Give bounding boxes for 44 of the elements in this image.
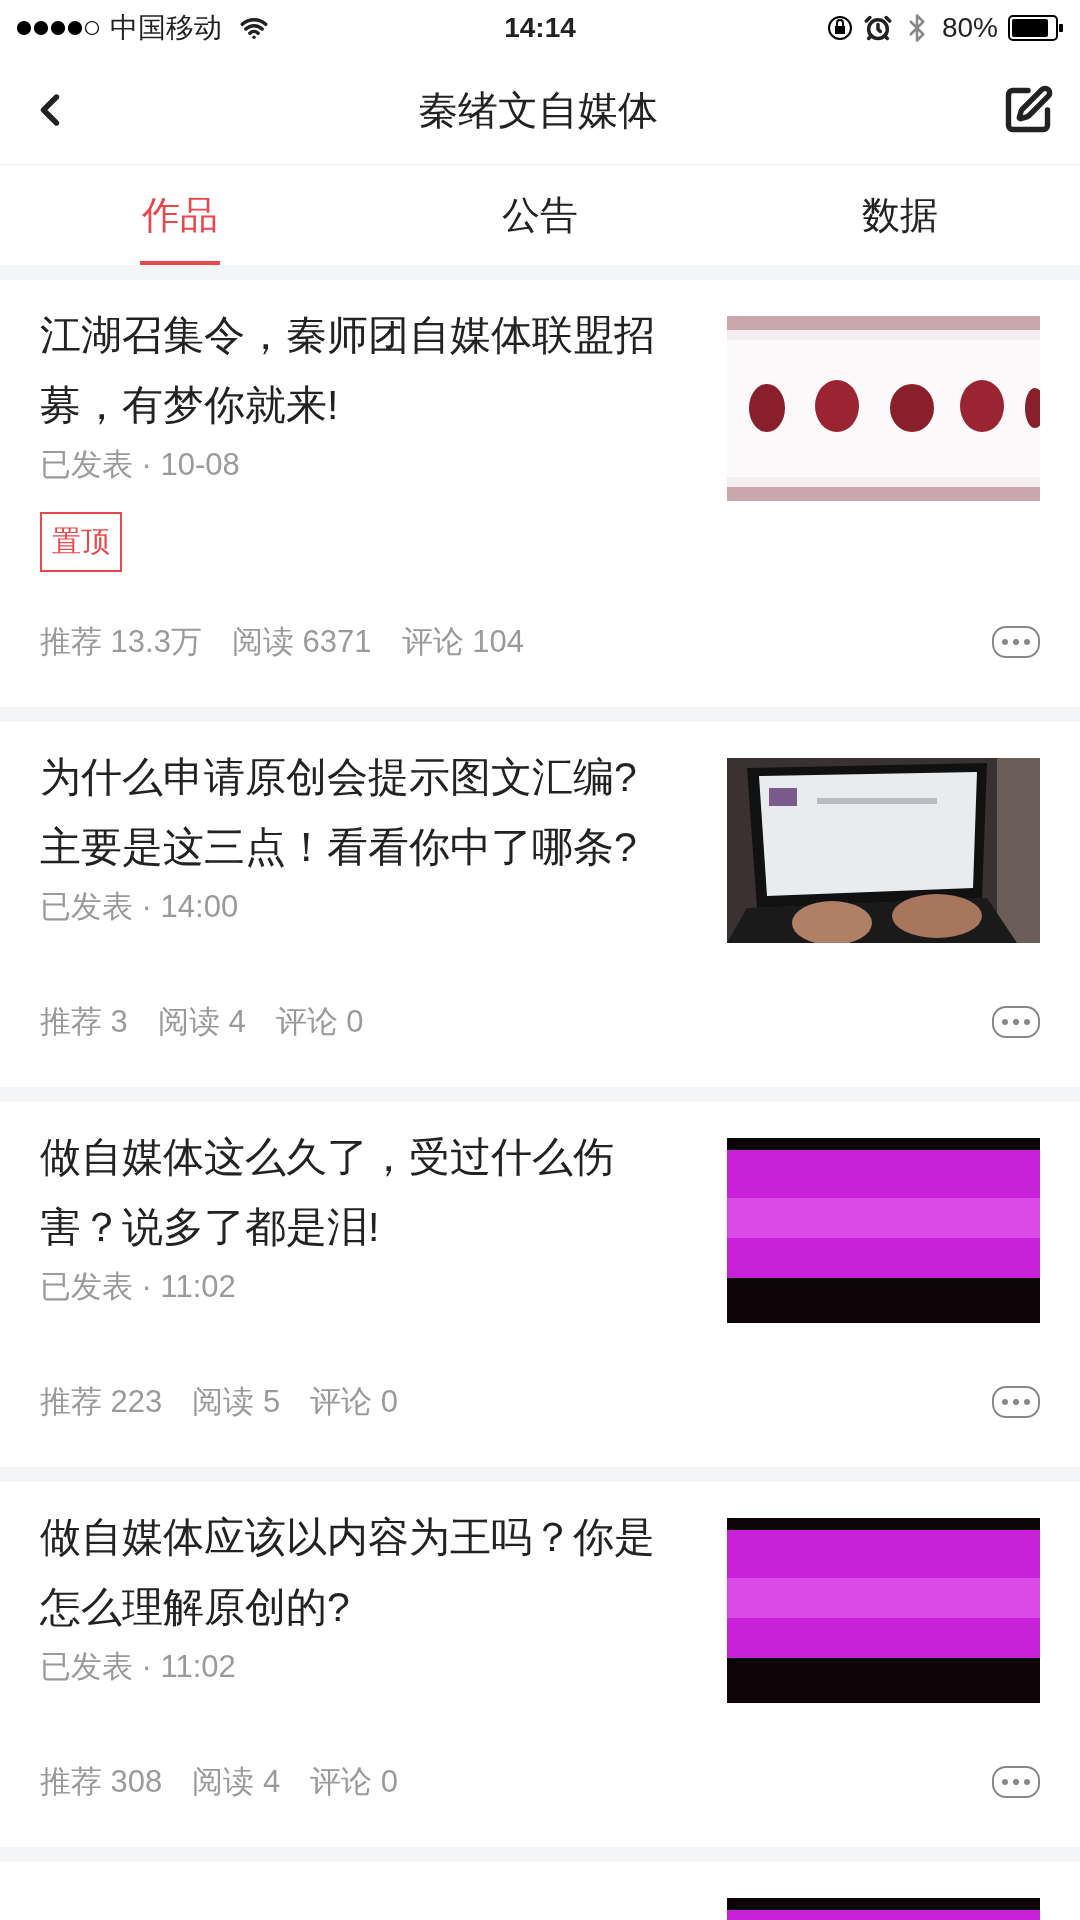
more-button[interactable] (992, 1766, 1040, 1798)
article-stat: 阅读 5 (192, 1382, 281, 1421)
article-title: 江湖召集令，秦师团自媒体联盟招募，有梦你就来! (40, 311, 656, 430)
article-stat: 推荐 308 (40, 1762, 163, 1801)
article-stat: 评论 104 (401, 622, 524, 661)
article-card[interactable]: 做自媒体这么久了，受过什么伤害？说多了都是泪! 已发表 · 11:02 推荐 223 阅读 5 评论 0 (0, 1102, 1080, 1467)
article-stat: 阅读 6371 (231, 622, 372, 661)
carrier-name: 中国移动 (110, 10, 222, 45)
publish-info: 已发表 · 11:02 (40, 1268, 236, 1306)
article-stat: 推荐 223 (40, 1382, 163, 1421)
article-stat: 阅读 4 (192, 1762, 281, 1801)
more-button[interactable] (992, 1006, 1040, 1038)
page-title: 秦绪文自媒体 (418, 86, 658, 134)
pinned-tag: 置顶 (40, 512, 122, 572)
tab[interactable]: 数据 (720, 165, 1080, 265)
article-title: 为什么申请原创会提示图文汇编?主要是这三点！看看你中了哪条? (40, 753, 638, 872)
more-icon (1002, 1779, 1030, 1785)
signal-icon (16, 19, 102, 36)
article-card[interactable]: 做自媒体应该以内容为王吗？你是怎么理解原创的? 已发表 · 11:02 推荐 308 阅读 4 评论 0 (0, 1482, 1080, 1847)
more-icon (1002, 1019, 1030, 1025)
battery-percent: 80% (941, 10, 998, 45)
alarm-icon (863, 13, 892, 42)
more-button[interactable] (992, 626, 1040, 658)
publish-info: 已发表 · 11:02 (40, 1648, 236, 1686)
article-stat: 推荐 3 (40, 1002, 128, 1041)
article-title: 做自媒体这么久了，受过什么伤害？说多了都是泪! (40, 1133, 615, 1252)
more-icon (1002, 1399, 1030, 1405)
article-card[interactable]: 为什么申请原创会提示图文汇编?主要是这三点！看看你中了哪条? 已发表 · 14:00 推荐 3 阅读 4 评论 0 (0, 722, 1080, 1087)
article-stat: 推荐 13.3万 (40, 622, 202, 661)
publish-info: 已发表 · 14:00 (40, 888, 239, 926)
article-title: 做自媒体应该以内容为王吗？你是怎么理解原创的? (40, 1513, 656, 1632)
more-icon (1002, 639, 1030, 645)
rotation-lock-icon (825, 13, 854, 42)
tab[interactable]: 作品 (0, 165, 360, 265)
publish-info: 已发表 · 10-08 (40, 446, 240, 484)
article-stat: 阅读 4 (157, 1002, 246, 1041)
tab[interactable]: 公告 (360, 165, 720, 265)
battery-icon (1008, 14, 1064, 41)
article-stat: 评论 0 (310, 1762, 399, 1801)
article-card[interactable]: 江湖召集令，秦师团自媒体联盟招募，有梦你就来! 已发表 · 10-08 置顶 推荐 13.3万 阅读 6371 评论 104 (0, 280, 1080, 707)
article-stat: 评论 0 (275, 1002, 364, 1041)
status-time: 14:14 (504, 10, 576, 45)
article-stat: 评论 0 (310, 1382, 399, 1421)
more-button[interactable] (992, 1386, 1040, 1418)
